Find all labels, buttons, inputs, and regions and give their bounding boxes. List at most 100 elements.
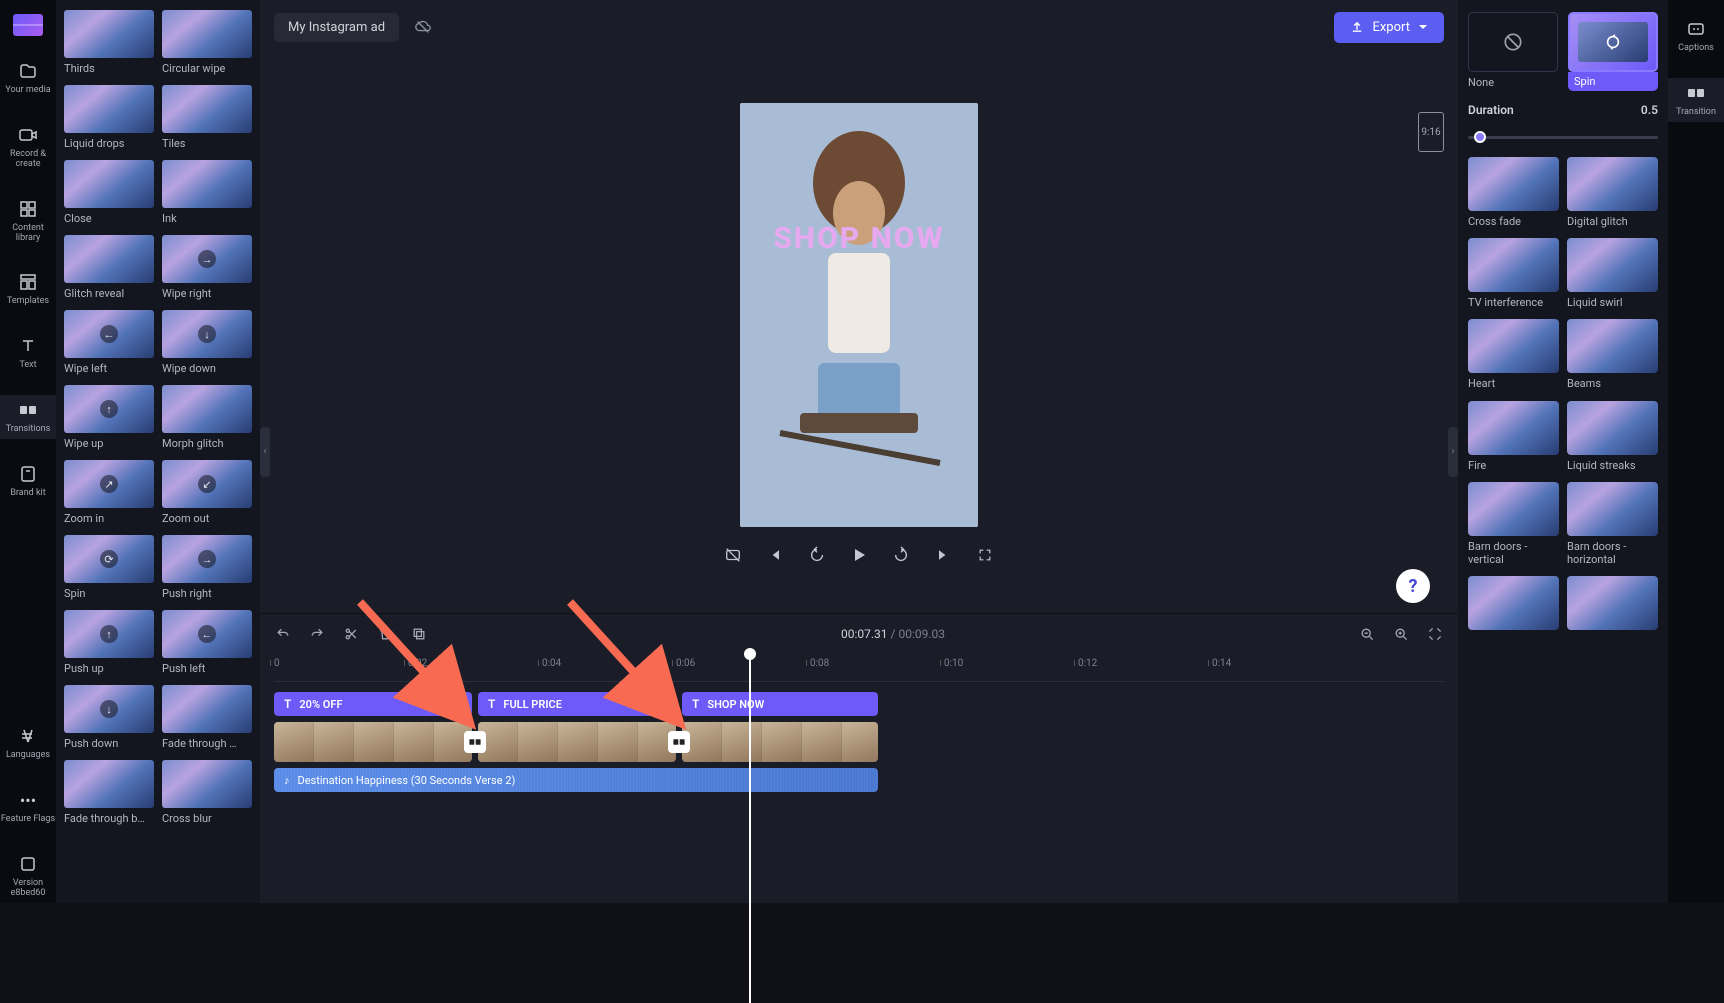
nav-version[interactable]: Version e8bed60: [0, 849, 56, 903]
video-clip[interactable]: [274, 722, 472, 762]
video-canvas[interactable]: SHOP NOW: [740, 103, 978, 527]
transition-item[interactable]: ↓Wipe down: [162, 310, 252, 375]
transition-item[interactable]: Morph glitch: [162, 385, 252, 450]
direction-icon: →: [198, 550, 216, 568]
transition-item[interactable]: →Push right: [162, 535, 252, 600]
transition-item[interactable]: ⟳Spin: [64, 535, 154, 600]
left-sidebar: Your media Record & create Content libra…: [0, 0, 56, 903]
duration-slider[interactable]: [1468, 129, 1658, 145]
forward-icon[interactable]: [891, 545, 911, 565]
transition-preset-item[interactable]: Liquid swirl: [1567, 238, 1658, 309]
nav-your-media[interactable]: Your media: [0, 56, 56, 100]
aspect-ratio-badge[interactable]: 9:16: [1418, 112, 1444, 152]
transition-preset-item[interactable]: Digital glitch: [1567, 157, 1658, 228]
transition-item[interactable]: Ink: [162, 160, 252, 225]
nav-templates[interactable]: Templates: [0, 267, 56, 311]
transition-item[interactable]: Tiles: [162, 85, 252, 150]
redo-button[interactable]: [308, 625, 326, 643]
preset-none[interactable]: None: [1468, 12, 1558, 91]
nav-label: Text: [19, 361, 36, 371]
text-clip[interactable]: TFULL PRICE: [478, 692, 676, 716]
direction-icon: ↑: [100, 625, 118, 643]
transition-preset-item[interactable]: [1468, 576, 1559, 634]
transition-preset-item[interactable]: Barn doors - vertical: [1468, 482, 1559, 566]
nav-feature-flags[interactable]: ••• Feature Flags: [0, 785, 56, 829]
text-icon: T: [692, 697, 699, 711]
nav-content-library[interactable]: Content library: [0, 194, 56, 248]
nav-brand-kit[interactable]: Brand kit: [0, 459, 56, 503]
preset-spin[interactable]: Spin: [1568, 12, 1658, 91]
zoom-in-button[interactable]: [1392, 625, 1410, 643]
transition-item[interactable]: ←Push left: [162, 610, 252, 675]
cloud-sync-icon[interactable]: [411, 15, 435, 39]
panel-collapse-right[interactable]: ›: [1448, 427, 1458, 477]
nav-captions[interactable]: Captions: [1668, 14, 1724, 58]
panel-collapse-left[interactable]: ‹: [260, 427, 270, 477]
transition-item[interactable]: Fade through …: [162, 685, 252, 750]
app-logo[interactable]: [13, 14, 43, 36]
transition-item[interactable]: ←Wipe left: [64, 310, 154, 375]
spin-icon: [1604, 33, 1622, 51]
transition-label: Wipe up: [64, 437, 154, 450]
help-button[interactable]: ?: [1396, 569, 1430, 603]
transition-preset-item[interactable]: [1567, 576, 1658, 634]
transition-marker[interactable]: [668, 731, 690, 753]
transition-item[interactable]: ↑Push up: [64, 610, 154, 675]
transition-preset-item[interactable]: Fire: [1468, 401, 1559, 472]
split-button[interactable]: [342, 625, 360, 643]
zoom-out-button[interactable]: [1358, 625, 1376, 643]
time-ruler[interactable]: 00:020:040:060:080:100:120:14: [274, 654, 1444, 682]
transition-preset-item[interactable]: Cross fade: [1468, 157, 1559, 228]
transition-item[interactable]: ↙Zoom out: [162, 460, 252, 525]
export-button[interactable]: Export: [1334, 12, 1444, 43]
transition-preset-item[interactable]: TV interference: [1468, 238, 1559, 309]
delete-button[interactable]: [376, 625, 394, 643]
audio-clip[interactable]: ♪ Destination Happiness (30 Seconds Vers…: [274, 768, 878, 792]
tracks-area[interactable]: T20% OFFTFULL PRICETSHOP NOW ♪ Destinati…: [260, 682, 1458, 903]
text-clip[interactable]: T20% OFF: [274, 692, 472, 716]
rewind-icon[interactable]: [807, 545, 827, 565]
transition-preset-item[interactable]: Heart: [1468, 319, 1559, 390]
timecode: 00:07.31 / 00:09.03: [444, 627, 1342, 641]
play-button[interactable]: [849, 545, 869, 565]
preset-label: Fire: [1468, 459, 1559, 472]
transition-item[interactable]: Thirds: [64, 10, 154, 75]
nav-transition[interactable]: Transition: [1668, 78, 1724, 122]
transition-item[interactable]: Circular wipe: [162, 10, 252, 75]
transition-item[interactable]: Cross blur: [162, 760, 252, 825]
transition-item[interactable]: Glitch reveal: [64, 235, 154, 300]
transition-item[interactable]: ↗Zoom in: [64, 460, 154, 525]
transition-item[interactable]: ↑Wipe up: [64, 385, 154, 450]
transition-label: Fade through b…: [64, 812, 154, 825]
transition-marker[interactable]: [464, 731, 486, 753]
transition-item[interactable]: Close: [64, 160, 154, 225]
transition-preset-item[interactable]: Beams: [1567, 319, 1658, 390]
nav-languages[interactable]: Languages: [0, 721, 56, 765]
transition-item[interactable]: Liquid drops: [64, 85, 154, 150]
undo-button[interactable]: [274, 625, 292, 643]
nav-text[interactable]: Text: [0, 331, 56, 375]
video-clip[interactable]: [478, 722, 676, 762]
nav-transitions[interactable]: Transitions: [0, 395, 56, 439]
nav-record-create[interactable]: Record & create: [0, 120, 56, 174]
transition-item[interactable]: Fade through b…: [64, 760, 154, 825]
version-icon: [17, 853, 39, 875]
skip-start-icon[interactable]: [765, 545, 785, 565]
transition-label: Thirds: [64, 62, 154, 75]
duplicate-button[interactable]: [410, 625, 428, 643]
fullscreen-icon[interactable]: [975, 545, 995, 565]
nav-label: Languages: [6, 751, 50, 761]
crop-toggle-icon[interactable]: [723, 545, 743, 565]
playhead[interactable]: [749, 654, 751, 1003]
transition-preset-item[interactable]: Liquid streaks: [1567, 401, 1658, 472]
transition-item[interactable]: ↓Push down: [64, 685, 154, 750]
fit-zoom-button[interactable]: [1426, 625, 1444, 643]
video-track: [274, 722, 1444, 762]
transition-label: Cross blur: [162, 812, 252, 825]
video-clip[interactable]: [682, 722, 878, 762]
text-clip[interactable]: TSHOP NOW: [682, 692, 878, 716]
transition-preset-item[interactable]: Barn doors - horizontal: [1567, 482, 1658, 566]
transition-item[interactable]: →Wipe right: [162, 235, 252, 300]
project-name[interactable]: My Instagram ad: [274, 13, 399, 42]
skip-end-icon[interactable]: [933, 545, 953, 565]
